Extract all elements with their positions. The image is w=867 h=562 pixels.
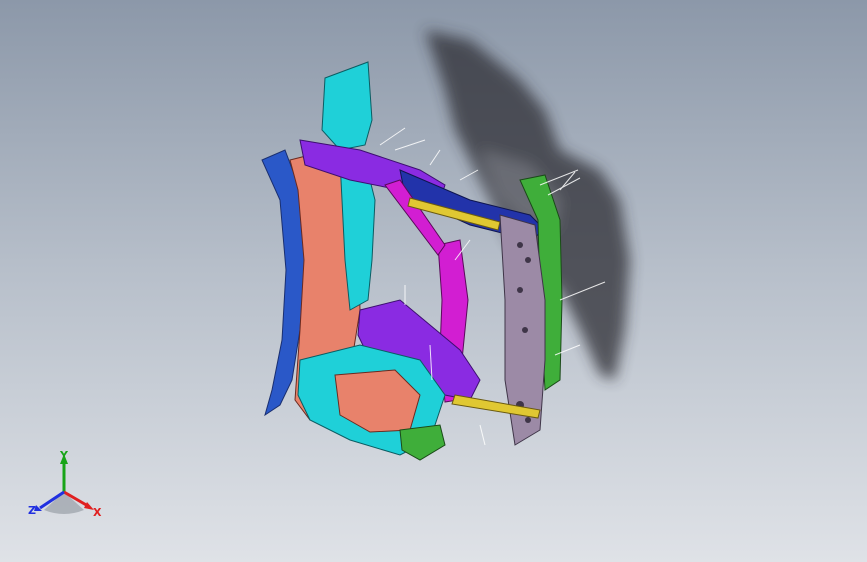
model-scene[interactable] <box>0 0 867 562</box>
x-axis-label: X <box>93 506 102 519</box>
z-axis-label: Z <box>28 504 36 517</box>
vehicle-frame-model[interactable] <box>261 61 606 461</box>
orientation-triad[interactable]: Y X Z <box>22 448 106 528</box>
3d-viewport[interactable]: Y X Z <box>0 0 867 562</box>
upper-tower-cyan[interactable] <box>321 61 373 151</box>
y-axis-label: Y <box>59 449 69 462</box>
lower-bracket-green[interactable] <box>399 424 446 461</box>
